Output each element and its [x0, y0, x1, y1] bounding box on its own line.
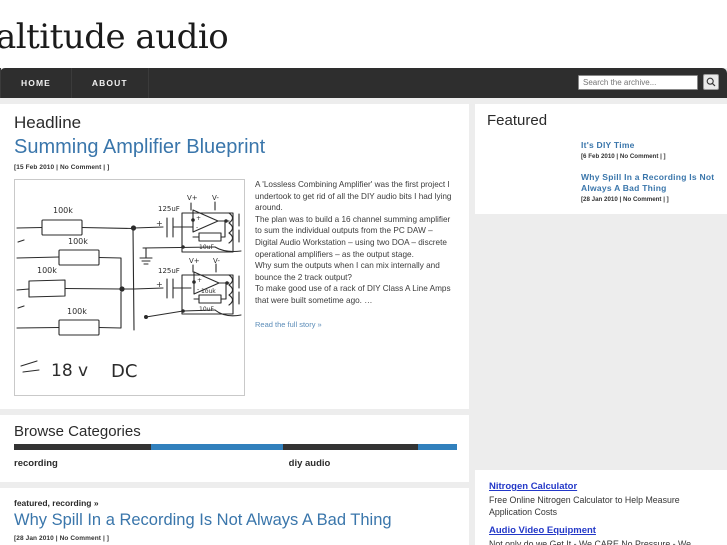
svg-text:V+: V+ [189, 257, 200, 265]
svg-text:100k: 100k [53, 206, 73, 215]
ad-item: Audio Video Equipment Not only do we Get… [489, 524, 715, 545]
nav-item-about[interactable]: ABOUT [72, 68, 149, 98]
featured-item-meta: [6 Feb 2010 | No Comment | ] [581, 153, 666, 160]
category-bar-segment[interactable] [282, 444, 418, 450]
nav-item-list: HOME ABOUT [0, 68, 149, 98]
sidebar-column: Featured It's DIY Time [6 Feb 2010 | No … [475, 104, 727, 545]
nav-item-home[interactable]: HOME [0, 68, 72, 98]
page-root: altitude audio HOME ABOUT Headline [0, 0, 727, 545]
category-bar-segment[interactable] [151, 444, 283, 450]
read-full-story-link[interactable]: Read the full story » [255, 319, 322, 331]
excerpt-paragraph: To make good use of a rack of DIY Class … [255, 284, 451, 305]
site-title[interactable]: altitude audio [0, 18, 229, 56]
featured-item: Why Spill In a Recording Is Not Always A… [581, 172, 715, 203]
second-post-meta: [28 Jan 2010 | No Comment | ] [14, 535, 110, 542]
svg-text:1ouk: 1ouk [201, 288, 216, 295]
headline-post-panel: Headline Summing Amplifier Blueprint [15… [0, 104, 469, 409]
headline-post-excerpt: A 'Lossless Combining Amplifier' was the… [255, 179, 457, 330]
svg-text:10uF: 10uF [199, 306, 214, 313]
second-post-panel: featured, recording » Why Spill In a Rec… [0, 488, 469, 545]
main-column: Headline Summing Amplifier Blueprint [15… [0, 104, 469, 545]
browse-categories-title: Browse Categories [14, 423, 141, 440]
ads-panel: Nitrogen Calculator Free Online Nitrogen… [475, 470, 727, 545]
second-post-title[interactable]: Why Spill In a Recording Is Not Always A… [14, 510, 457, 530]
excerpt-paragraph: A 'Lossless Combining Amplifier' was the… [255, 180, 452, 213]
search-form [578, 74, 719, 90]
category-label-recording[interactable]: recording [14, 458, 58, 469]
category-label-diy-audio[interactable]: diy audio [289, 458, 331, 469]
svg-text:125uF: 125uF [158, 267, 180, 275]
search-button[interactable] [703, 74, 719, 90]
ad-description: Not only do we Get It - We CARE No Press… [489, 539, 692, 545]
category-bar-segment[interactable] [418, 444, 457, 450]
excerpt-paragraph: The plan was to build a 16 channel summi… [255, 214, 451, 259]
svg-text:+: + [197, 277, 202, 284]
second-post-categories[interactable]: featured, recording » [14, 498, 457, 508]
headline-post-title[interactable]: Summing Amplifier Blueprint [14, 135, 457, 159]
circuit-schematic-drawing: 100k 100k 100k 100k 125uF + V+ V- + - 10… [16, 194, 242, 382]
search-icon [706, 77, 716, 87]
featured-panel: Featured It's DIY Time [6 Feb 2010 | No … [475, 104, 727, 214]
browse-categories-panel: Browse Categories recording diy audio [0, 415, 469, 482]
svg-text:+: + [196, 215, 201, 222]
featured-item-title[interactable]: It's DIY Time [581, 140, 715, 151]
svg-text:+: + [156, 280, 163, 289]
featured-item: It's DIY Time [6 Feb 2010 | No Comment |… [581, 140, 715, 160]
featured-item-title[interactable]: Why Spill In a Recording Is Not Always A… [581, 172, 715, 194]
category-bar-segment[interactable] [14, 444, 152, 450]
headline-post-meta: [15 Feb 2010 | No Comment | ] [14, 164, 110, 171]
category-label-row: recording diy audio [14, 458, 457, 478]
svg-text:18 v: 18 v [51, 361, 88, 381]
svg-text:-: - [197, 286, 199, 293]
search-input[interactable] [578, 74, 698, 90]
featured-item-meta: [28 Jan 2010 | No Comment | ] [581, 196, 669, 203]
svg-text:125uF: 125uF [158, 205, 180, 213]
svg-text:100k: 100k [37, 266, 57, 275]
ad-title-link[interactable]: Audio Video Equipment [489, 524, 715, 537]
svg-text:10uF: 10uF [199, 244, 214, 251]
category-bar[interactable] [14, 444, 457, 450]
masthead: altitude audio [0, 0, 727, 68]
headline-post-body: 100k 100k 100k 100k 125uF + V+ V- + - 10… [14, 179, 457, 399]
headline-kicker: Headline [14, 113, 82, 132]
svg-text:DC: DC [111, 361, 137, 382]
svg-text:100k: 100k [67, 307, 87, 316]
ad-title-link[interactable]: Nitrogen Calculator [489, 480, 715, 493]
svg-text:100k: 100k [68, 237, 88, 246]
excerpt-paragraph: Why sum the outputs when I can mix inter… [255, 261, 440, 282]
svg-text:V-: V- [212, 194, 219, 202]
ad-item: Nitrogen Calculator Free Online Nitrogen… [489, 480, 715, 518]
featured-title: Featured [487, 112, 548, 129]
ad-description: Free Online Nitrogen Calculator to Help … [489, 495, 680, 517]
circuit-schematic-figure[interactable]: 100k 100k 100k 100k 125uF + V+ V- + - 10… [14, 179, 245, 396]
svg-text:-: - [196, 224, 198, 231]
svg-text:+: + [156, 219, 163, 228]
svg-text:V+: V+ [187, 194, 198, 202]
svg-text:V-: V- [213, 257, 220, 265]
main-navigation: HOME ABOUT [0, 68, 727, 98]
